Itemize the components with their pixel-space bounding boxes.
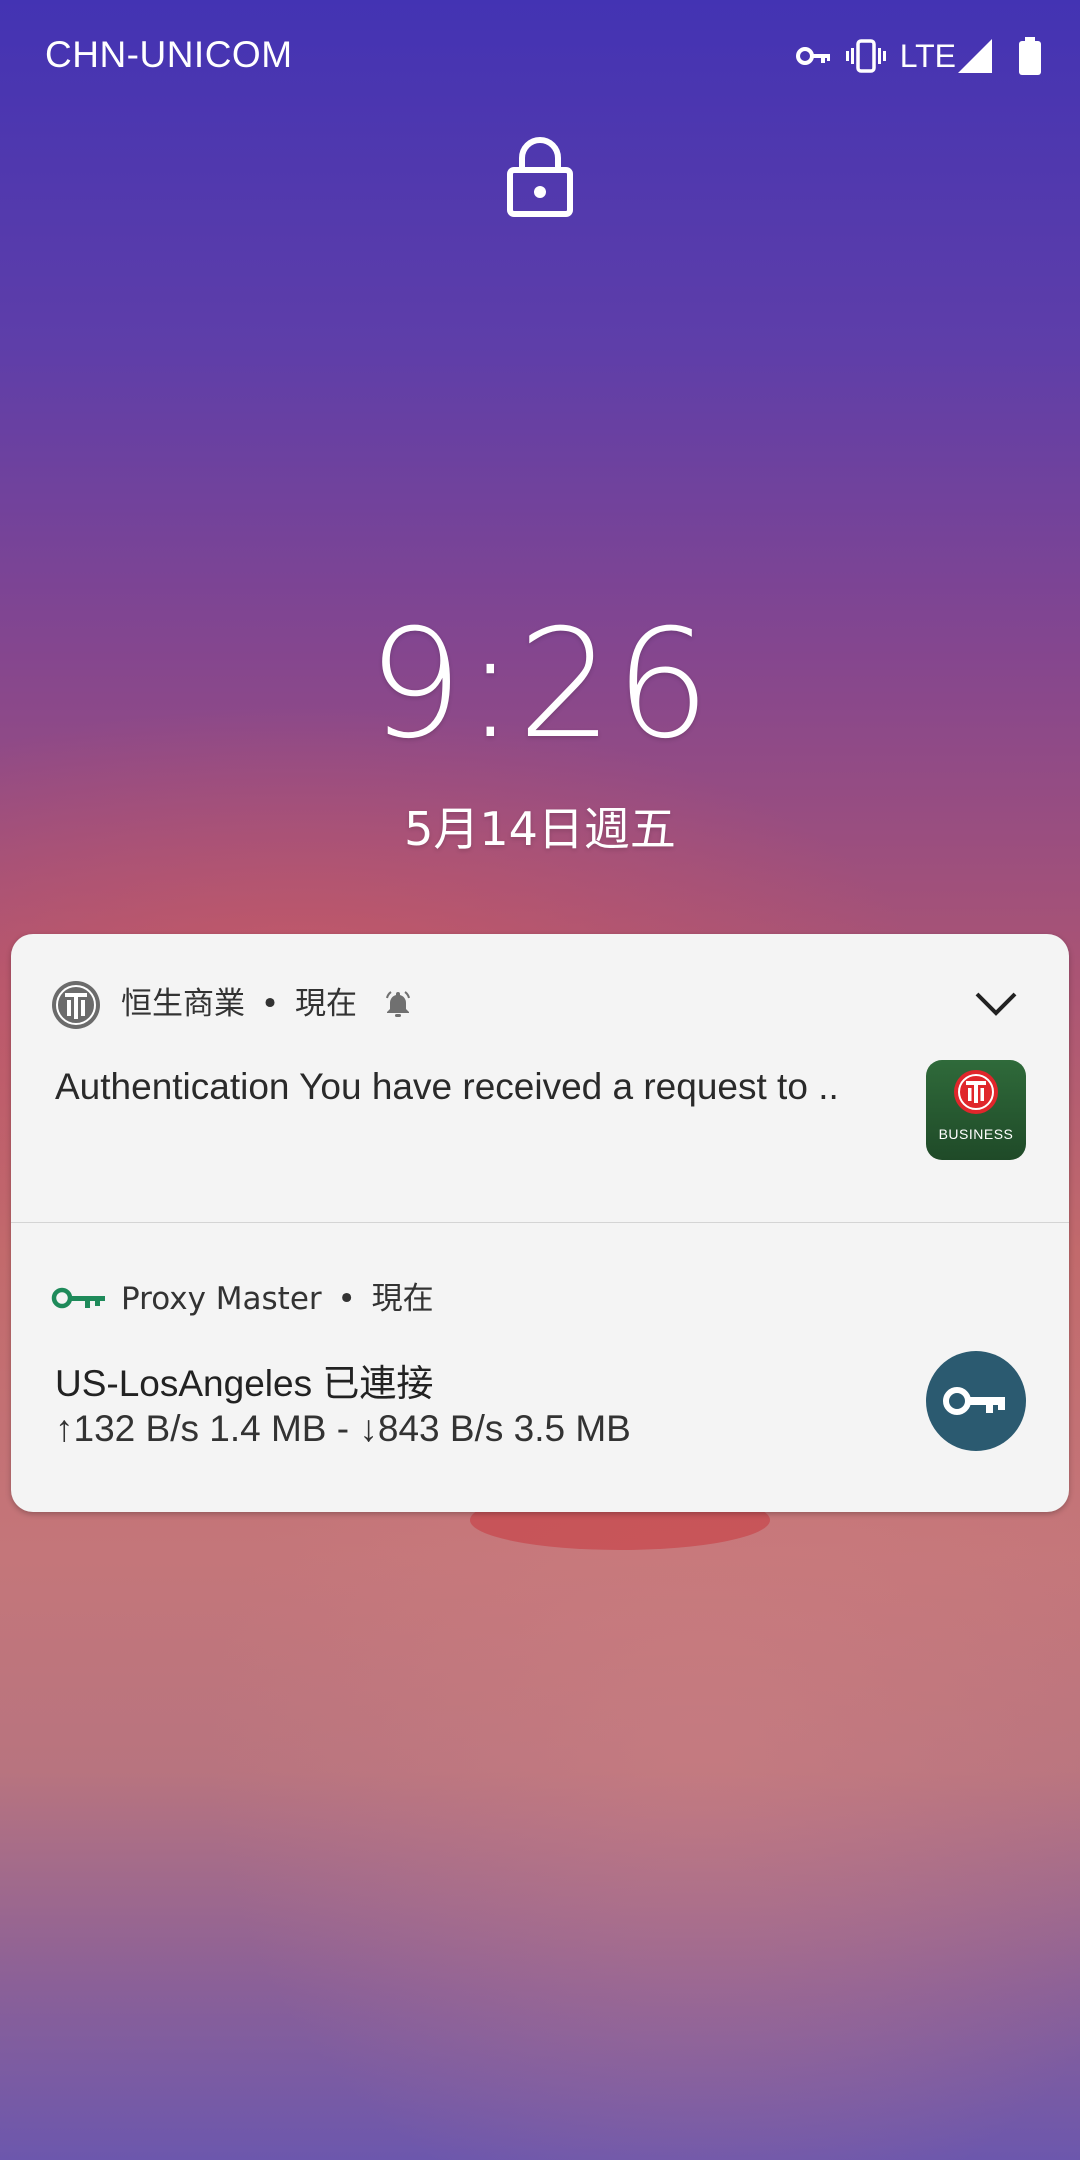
business-label: BUSINESS [938, 1126, 1014, 1142]
notification-title: US-LosAngeles 已連接 [55, 1363, 434, 1404]
upload-arrow: ↑ [55, 1408, 74, 1449]
notification-time: 現在 [295, 986, 358, 1022]
upload-total: 1.4 MB [209, 1408, 327, 1449]
carrier-name: CHN-UNICOM [45, 34, 293, 75]
bell-icon [386, 991, 410, 1017]
key-icon [943, 1387, 1005, 1415]
chevron-down-icon[interactable] [971, 984, 1021, 1024]
proxy-app-icon [926, 1351, 1026, 1451]
hang-seng-business-app-icon: BUSINESS [926, 1060, 1026, 1160]
status-icons: LTE [795, 34, 1042, 78]
hang-seng-logo-icon [52, 981, 100, 1029]
notification-content: Authentication You have received a reque… [55, 1066, 839, 1108]
clock-time: 9:26 [367, 598, 713, 772]
app-name: 恒生商業 [121, 986, 245, 1022]
app-name: Proxy Master [121, 1281, 322, 1317]
download-arrow: ↓ [359, 1408, 378, 1449]
download-total: 3.5 MB [513, 1408, 631, 1449]
clock-date: 5月14日週五 [404, 802, 676, 856]
vpn-key-icon [795, 47, 830, 65]
notification-title: Authentication [55, 1066, 290, 1107]
download-rate: 843 B/s [377, 1408, 504, 1449]
signal-icon [958, 39, 992, 73]
upload-rate: 132 B/s [73, 1408, 199, 1449]
hang-seng-emblem-icon [954, 1070, 998, 1114]
stats-dash: - [336, 1408, 350, 1449]
lock-screen: CHN-UNICOM LTE 9:26 5月14日週五 恒生商業 • 現在 Au… [0, 0, 1080, 2160]
status-bar: CHN-UNICOM LTE [0, 0, 1080, 110]
traffic-stats: ↑132 B/s 1.4 MB - ↓843 B/s 3.5 MB [55, 1408, 631, 1450]
lock-icon [507, 137, 573, 217]
notification-time: 現在 [371, 1281, 434, 1317]
header-separator: • [337, 1281, 356, 1317]
battery-icon [1019, 37, 1041, 75]
header-separator: • [260, 986, 280, 1022]
notification-header: 恒生商業 • 現在 [121, 984, 357, 1024]
key-icon [51, 1287, 105, 1309]
notification-text: You have received a request to .. [299, 1066, 839, 1107]
network-type: LTE [899, 37, 956, 74]
notification-hang-seng[interactable]: 恒生商業 • 現在 Authentication You have receiv… [11, 934, 1069, 1222]
notification-panel: 恒生商業 • 現在 Authentication You have receiv… [11, 934, 1069, 1512]
vibrate-icon [845, 39, 886, 73]
notification-header: Proxy Master • 現在 [121, 1279, 434, 1319]
notification-proxy-master[interactable]: Proxy Master • 現在 US-LosAngeles 已連接 ↑132… [11, 1223, 1069, 1512]
